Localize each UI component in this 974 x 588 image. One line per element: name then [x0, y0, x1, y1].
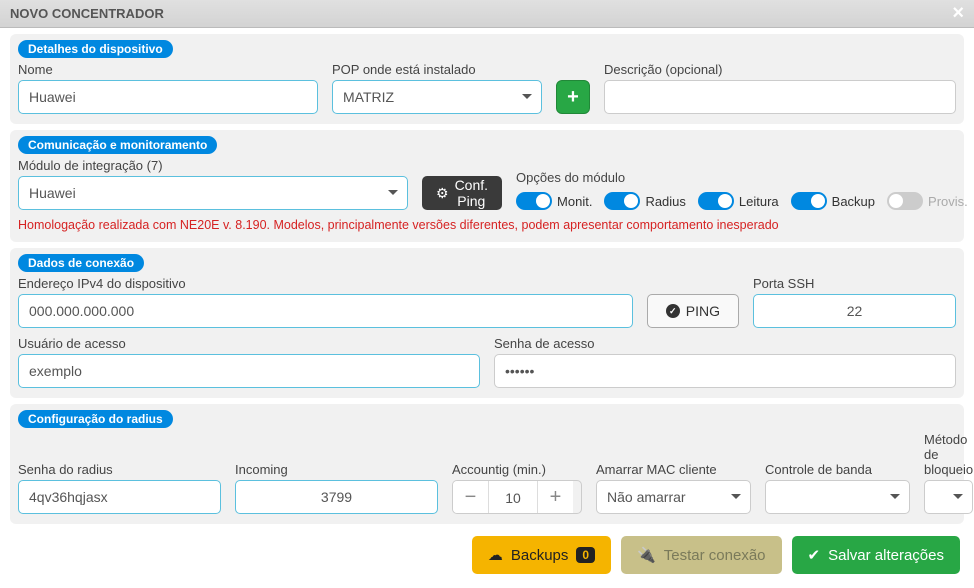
accounting-label: Accountig (min.) — [452, 462, 582, 477]
toggle-radius[interactable] — [604, 192, 640, 210]
ssh-input[interactable] — [753, 294, 956, 328]
toggle-group: Monit. Radius Leitura Backup Provis. — [516, 188, 968, 210]
bloqueio-label: Método de bloqueio — [924, 432, 973, 477]
incoming-label: Incoming — [235, 462, 438, 477]
user-label: Usuário de acesso — [18, 336, 480, 351]
accounting-spinner: − + — [452, 480, 582, 514]
modal-header: NOVO CONCENTRADOR × — [0, 0, 974, 28]
banda-label: Controle de banda — [765, 462, 910, 477]
acc-plus-button[interactable]: + — [537, 481, 573, 513]
ipv4-input[interactable] — [18, 294, 633, 328]
badge-radius: Configuração do radius — [18, 410, 173, 428]
badge-comunicacao: Comunicação e monitoramento — [18, 136, 217, 154]
section-comunicacao: Comunicação e monitoramento Módulo de in… — [10, 130, 964, 242]
backups-button[interactable]: ☁ Backups 0 — [472, 536, 611, 574]
user-input[interactable] — [18, 354, 480, 388]
pass-label: Senha de acesso — [494, 336, 956, 351]
modal: NOVO CONCENTRADOR × Detalhes do disposit… — [0, 0, 974, 588]
section-detalhes: Detalhes do dispositivo Nome POP onde es… — [10, 34, 964, 124]
cloud-icon: ☁ — [488, 546, 503, 564]
modal-title: NOVO CONCENTRADOR — [10, 6, 164, 21]
ssh-label: Porta SSH — [753, 276, 956, 291]
descricao-label: Descrição (opcional) — [604, 62, 956, 77]
nome-input[interactable] — [18, 80, 318, 114]
pop-label: POP onde está instalado — [332, 62, 542, 77]
acc-minus-button[interactable]: − — [453, 481, 489, 513]
backups-count: 0 — [576, 547, 595, 563]
ipv4-label: Endereço IPv4 do dispositivo — [18, 276, 633, 291]
opcoes-label: Opções do módulo — [516, 170, 968, 185]
bloqueio-select[interactable] — [924, 480, 973, 514]
senha-radius-input[interactable] — [18, 480, 221, 514]
salvar-button[interactable]: ✔ Salvar alterações — [792, 536, 960, 574]
conf-ping-button[interactable]: ⚙ Conf. Ping — [422, 176, 502, 210]
badge-conexao: Dados de conexão — [18, 254, 144, 272]
banda-select[interactable] — [765, 480, 910, 514]
nome-label: Nome — [18, 62, 318, 77]
modulo-label: Módulo de integração (7) — [18, 158, 408, 173]
ping-button[interactable]: PING — [647, 294, 739, 328]
descricao-input[interactable] — [604, 80, 956, 114]
senha-radius-label: Senha do radius — [18, 462, 221, 477]
mac-select[interactable]: Não amarrar — [596, 480, 751, 514]
gear-icon: ⚙ — [436, 185, 449, 202]
badge-detalhes: Detalhes do dispositivo — [18, 40, 173, 58]
check-icon — [666, 304, 680, 318]
close-icon[interactable]: × — [952, 2, 964, 25]
acc-value[interactable] — [489, 481, 537, 514]
modulo-select[interactable]: Huawei — [18, 176, 408, 210]
section-conexao: Dados de conexão Endereço IPv4 do dispos… — [10, 248, 964, 398]
mac-label: Amarrar MAC cliente — [596, 462, 751, 477]
plus-icon: + — [567, 87, 579, 107]
toggle-monit[interactable] — [516, 192, 552, 210]
toggle-leitura[interactable] — [698, 192, 734, 210]
section-radius: Configuração do radius Senha do radius I… — [10, 404, 964, 524]
testar-button[interactable]: 🔌 Testar conexão — [621, 536, 781, 574]
plug-icon: 🔌 — [637, 546, 656, 564]
warning-text: Homologação realizada com NE20E v. 8.190… — [18, 218, 956, 232]
pop-select[interactable]: MATRIZ — [332, 80, 542, 114]
toggle-provis[interactable] — [887, 192, 923, 210]
incoming-input[interactable] — [235, 480, 438, 514]
toggle-backup[interactable] — [791, 192, 827, 210]
check-circle-icon: ✔ — [808, 546, 821, 564]
add-pop-button[interactable]: + — [556, 80, 590, 114]
pass-input[interactable] — [494, 354, 956, 388]
footer: ☁ Backups 0 🔌 Testar conexão ✔ Salvar al… — [0, 524, 974, 588]
